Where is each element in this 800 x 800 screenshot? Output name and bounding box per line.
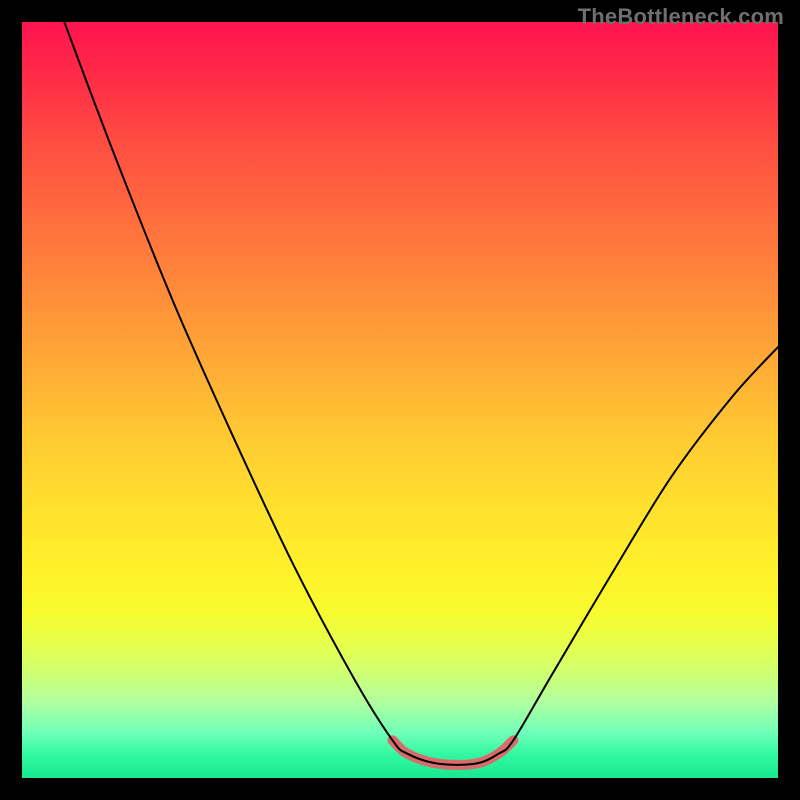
highlight-trough — [392, 740, 513, 765]
chart-frame: TheBottleneck.com — [0, 0, 800, 800]
watermark-text: TheBottleneck.com — [578, 4, 784, 30]
curve-layer — [22, 22, 778, 778]
main-curve — [64, 22, 778, 765]
plot-area — [22, 22, 778, 778]
